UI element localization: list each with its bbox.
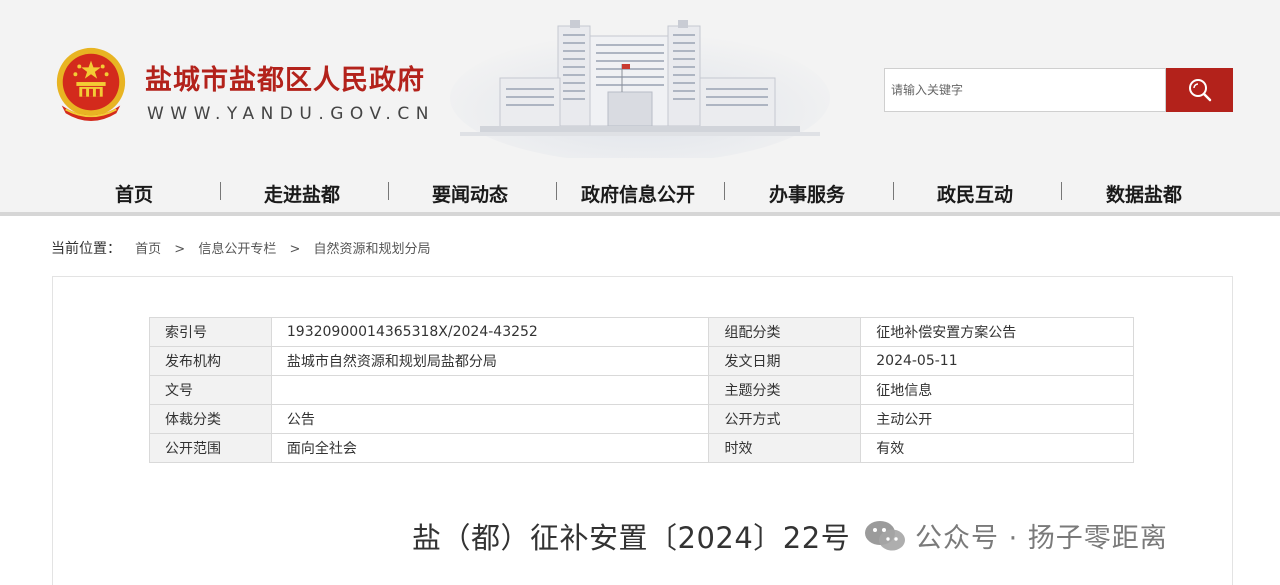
meta-key: 时效 [708,433,862,463]
nav-services[interactable]: 办事服务 [769,180,845,207]
meta-key: 公开范围 [149,433,272,463]
nav-home[interactable]: 首页 [115,180,153,207]
meta-value: 主动公开 [860,404,1134,434]
table-row: 文号 主题分类 征地信息 [149,375,1134,405]
site-title[interactable]: 盐城市盐都区人民政府 [145,58,425,97]
meta-key: 主题分类 [708,375,862,405]
table-row: 公开范围 面向全社会 时效 有效 [149,433,1134,463]
meta-value: 公告 [270,404,710,434]
nav-divider [0,212,1280,216]
meta-key: 文号 [149,375,272,405]
site-url: WWW.YANDU.GOV.CN [147,104,435,124]
meta-key: 组配分类 [708,317,862,347]
search-box [884,68,1166,112]
meta-key: 体裁分类 [149,404,272,434]
table-row: 体裁分类 公告 公开方式 主动公开 [149,404,1134,434]
nav-separator [388,182,389,200]
breadcrumb-label: 当前位置： [51,241,121,257]
breadcrumb: 当前位置： 首页 > 信息公开专栏 > 自然资源和规划分局 [51,238,431,258]
nav-separator [220,182,221,200]
meta-value: 有效 [860,433,1134,463]
document-title: 盐（都）征补安置〔2024〕22号 [412,521,851,555]
nav-separator [724,182,725,200]
meta-value: 征地信息 [860,375,1134,405]
meta-value: 1932090001436531​8X/2024-43252 [270,317,710,347]
breadcrumb-separator: > [174,242,186,257]
watermark-text: 公众号 · 扬子零距离 [915,523,1168,554]
meta-key: 索引号 [149,317,272,347]
nav-data-yandu[interactable]: 数据盐都 [1106,180,1182,207]
breadcrumb-item-info-column[interactable]: 信息公开专栏 [198,242,276,257]
metadata-table: 索引号 1932090001436531​8X/2024-43252 组配分类 … [149,317,1134,463]
meta-value: 面向全社会 [270,433,710,463]
nav-separator [893,182,894,200]
meta-value: 征地补偿安置方案公告 [860,317,1134,347]
nav-separator [556,182,557,200]
government-building-illustration [450,20,830,158]
search-button[interactable] [1166,68,1233,112]
meta-key: 发文日期 [708,346,862,376]
breadcrumb-item-bureau[interactable]: 自然资源和规划分局 [314,242,431,257]
meta-key: 发布机构 [149,346,272,376]
watermark: 公众号 · 扬子零距离 [863,516,1168,555]
nav-about-yandu[interactable]: 走进盐都 [264,180,340,207]
meta-value: 2024-05-11 [860,346,1134,376]
main-nav: 首页 走进盐都 要闻动态 政府信息公开 办事服务 政民互动 数据盐都 [0,172,1280,214]
nav-gov-info-disclosure[interactable]: 政府信息公开 [581,180,695,207]
meta-value [270,375,710,405]
table-row: 发布机构 盐城市自然资源和规划局盐都分局 发文日期 2024-05-11 [149,346,1134,376]
meta-value: 盐城市自然资源和规划局盐都分局 [270,346,710,376]
meta-key: 公开方式 [708,404,862,434]
nav-news[interactable]: 要闻动态 [432,180,508,207]
search-icon [1188,79,1211,102]
search-input[interactable] [885,69,1165,111]
nav-interaction[interactable]: 政民互动 [937,180,1013,207]
table-row: 索引号 1932090001436531​8X/2024-43252 组配分类 … [149,317,1134,347]
wechat-icon [865,520,905,550]
national-emblem-icon[interactable] [52,44,130,124]
nav-separator [1061,182,1062,200]
breadcrumb-item-home[interactable]: 首页 [135,242,161,257]
breadcrumb-separator: > [289,242,301,257]
